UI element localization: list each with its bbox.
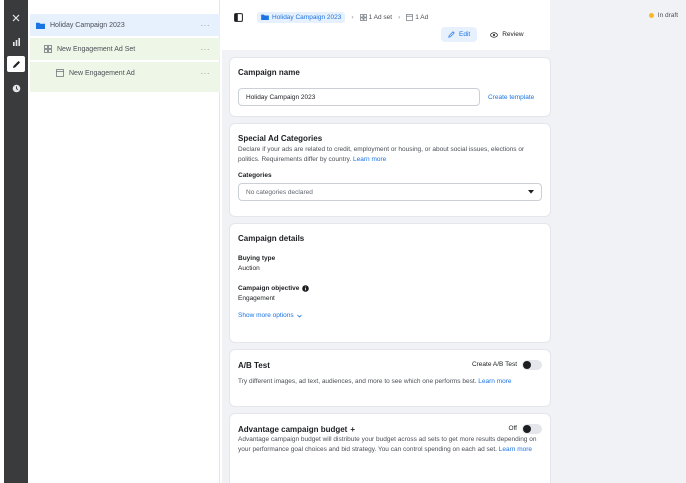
main-content: Campaign name Holiday Campaign 2023 Crea… <box>222 50 686 483</box>
learn-more-link[interactable]: Learn more <box>478 378 511 385</box>
create-template-link[interactable]: Create template <box>488 94 534 101</box>
edit-label: Edit <box>459 31 471 38</box>
learn-more-link[interactable]: Learn more <box>353 156 386 163</box>
mode-switcher: Edit Review <box>441 27 531 42</box>
pencil-icon <box>448 31 455 38</box>
caret-down-icon <box>528 190 534 194</box>
sidebar-toggle-icon[interactable] <box>234 12 243 22</box>
categories-label: Categories <box>238 172 272 179</box>
tree-item-campaign[interactable]: Holiday Campaign 2023 ··· <box>30 14 220 36</box>
chevron-right-icon: › <box>351 13 354 21</box>
tree-item-ad[interactable]: New Engagement Ad ··· <box>30 62 220 84</box>
special-ad-categories-text: Declare if your ads are related to credi… <box>238 145 542 164</box>
special-ad-categories-card: Special Ad Categories Declare if your ad… <box>230 124 550 216</box>
grid-icon <box>44 45 52 53</box>
advantage-budget-description: Advantage campaign budget will distribut… <box>238 436 537 453</box>
ab-test-text: Try different images, ad text, audiences… <box>238 377 542 387</box>
pencil-icon[interactable] <box>7 56 25 72</box>
close-icon[interactable] <box>4 8 28 28</box>
ab-test-description: Try different images, ad text, audiences… <box>238 378 477 385</box>
folder-icon <box>36 22 45 29</box>
campaign-details-card: Campaign details Buying type Auction Cam… <box>230 224 550 342</box>
campaign-name-input[interactable]: Holiday Campaign 2023 <box>238 88 480 106</box>
ab-test-toggle[interactable] <box>522 360 542 370</box>
campaign-objective-label: Campaign objective <box>238 284 300 292</box>
advantage-budget-text: Advantage campaign budget will distribut… <box>238 435 542 454</box>
tree-item-adset[interactable]: New Engagement Ad Set ··· <box>30 38 220 60</box>
edit-button[interactable]: Edit <box>441 27 478 42</box>
campaign-name-value: Holiday Campaign 2023 <box>246 93 316 101</box>
campaign-objective-value: Engagement <box>238 294 275 302</box>
review-button[interactable]: Review <box>483 27 530 42</box>
advantage-budget-toggle[interactable] <box>522 424 542 434</box>
breadcrumb-campaign-label: Holiday Campaign 2023 <box>272 13 342 21</box>
campaign-tree: Holiday Campaign 2023 ··· New Engagement… <box>30 0 220 483</box>
more-options-icon[interactable]: ··· <box>201 69 211 78</box>
categories-select[interactable]: No categories declared <box>238 183 542 201</box>
tree-ad-label: New Engagement Ad <box>69 69 135 77</box>
tree-selection-fill <box>30 84 220 92</box>
breadcrumb-ad[interactable]: 1 Ad <box>406 14 428 21</box>
breadcrumb-campaign[interactable]: Holiday Campaign 2023 <box>257 11 346 23</box>
ab-test-title: A/B Test <box>238 360 270 370</box>
info-icon[interactable] <box>302 284 310 292</box>
status-badge: In draft <box>648 12 678 19</box>
tree-adset-label: New Engagement Ad Set <box>57 45 136 53</box>
breadcrumb-adset[interactable]: 1 Ad set <box>359 13 393 21</box>
special-ad-categories-title: Special Ad Categories <box>238 134 323 143</box>
campaign-details-title: Campaign details <box>238 234 305 243</box>
show-more-options-link[interactable]: Show more options <box>238 312 294 319</box>
more-options-icon[interactable]: ··· <box>201 45 211 54</box>
campaign-name-card: Campaign name Holiday Campaign 2023 Crea… <box>230 58 550 116</box>
eye-icon <box>490 31 499 38</box>
buying-type-label: Buying type <box>238 255 276 262</box>
tree-campaign-label: Holiday Campaign 2023 <box>50 21 125 29</box>
ab-test-card: A/B Test Create A/B Test Try different i… <box>230 350 550 406</box>
advantage-budget-title: Advantage campaign budget <box>238 424 348 434</box>
ab-test-toggle-label: Create A/B Test <box>471 361 517 369</box>
draft-dot-icon <box>648 13 654 18</box>
clock-icon[interactable] <box>4 78 28 98</box>
breadcrumb: Holiday Campaign 2023 › 1 Ad set › 1 Ad <box>257 11 428 23</box>
buying-type-value: Auction <box>238 265 260 272</box>
rail-background <box>4 0 28 483</box>
chevron-down-icon <box>296 314 302 318</box>
chart-icon[interactable] <box>4 32 28 52</box>
advantage-budget-toggle-label: Off <box>508 425 517 433</box>
categories-value: No categories declared <box>246 188 313 196</box>
ad-icon <box>56 69 64 77</box>
advantage-budget-card: Advantage campaign budget + Off Advantag… <box>230 414 550 483</box>
breadcrumb-ad-label: 1 Ad <box>415 13 429 21</box>
left-rail <box>0 0 30 483</box>
learn-more-link[interactable]: Learn more <box>499 446 532 453</box>
status-text: In draft <box>657 12 678 19</box>
plus-icon: + <box>350 424 356 434</box>
review-label: Review <box>502 31 524 38</box>
breadcrumb-adset-label: 1 Ad set <box>368 13 393 21</box>
more-options-icon[interactable]: ··· <box>201 21 211 30</box>
campaign-name-title: Campaign name <box>238 68 300 77</box>
chevron-right-icon: › <box>398 13 401 21</box>
